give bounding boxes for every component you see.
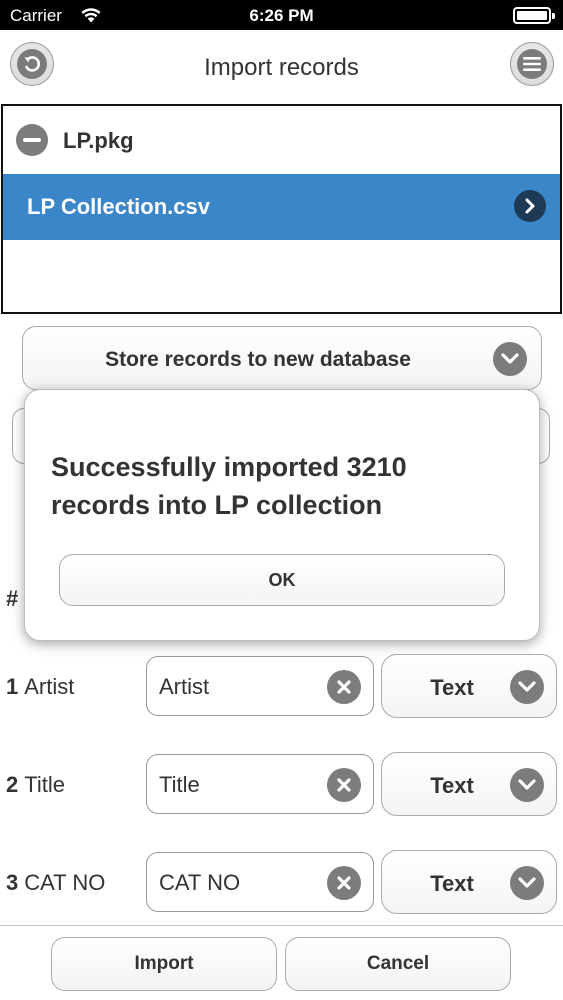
- field-row: 1 Artist Artist Text: [0, 654, 563, 718]
- chevron-down-icon: [510, 670, 544, 704]
- status-bar: Carrier 6:26 PM: [0, 0, 563, 30]
- field-type-dropdown[interactable]: Text: [381, 752, 557, 816]
- field-type-label: Text: [430, 871, 474, 896]
- chevron-down-icon: [493, 342, 527, 376]
- chevron-right-icon[interactable]: [514, 190, 546, 222]
- import-success-dialog: Successfully imported 3210 records into …: [24, 389, 540, 641]
- store-destination-label: Store records to new database: [105, 348, 411, 371]
- field-name-value: Artist: [159, 674, 210, 699]
- field-type-dropdown[interactable]: Text: [381, 850, 557, 914]
- field-name-input[interactable]: CAT NO: [146, 852, 374, 912]
- field-source-label: 3 CAT NO: [6, 870, 106, 895]
- battery-icon: [513, 7, 555, 24]
- menu-button[interactable]: [510, 42, 554, 86]
- field-name-value: Title: [159, 772, 200, 797]
- package-name: LP.pkg: [63, 128, 134, 153]
- number-column-header: #: [6, 586, 19, 611]
- field-type-label: Text: [430, 675, 474, 700]
- cancel-button[interactable]: Cancel: [285, 937, 511, 991]
- chevron-down-icon: [510, 768, 544, 802]
- field-name-input[interactable]: Title: [146, 754, 374, 814]
- field-type-dropdown[interactable]: Text: [381, 654, 557, 718]
- package-row[interactable]: LP.pkg: [3, 106, 560, 174]
- field-name-value: CAT NO: [159, 870, 241, 895]
- chevron-down-icon: [510, 866, 544, 900]
- file-name: LP Collection.csv: [27, 194, 210, 219]
- navigation-bar: Import records: [0, 30, 563, 104]
- minus-circle-icon[interactable]: [16, 124, 48, 156]
- clear-x-icon[interactable]: [327, 768, 361, 802]
- hamburger-menu-icon: [523, 57, 541, 71]
- field-source-label: 2 Title: [6, 772, 65, 797]
- bottom-toolbar: Import Cancel: [0, 925, 563, 1000]
- store-destination-dropdown[interactable]: Store records to new database: [22, 326, 542, 390]
- file-list: LP.pkg LP Collection.csv: [1, 104, 562, 314]
- field-row: 2 Title Title Text: [0, 752, 563, 816]
- page-title: Import records: [204, 54, 359, 81]
- field-type-label: Text: [430, 773, 474, 798]
- field-source-label: 1 Artist: [6, 674, 75, 699]
- selected-file-row[interactable]: LP Collection.csv: [3, 174, 560, 240]
- field-name-input[interactable]: Artist: [146, 656, 374, 716]
- import-button[interactable]: Import: [51, 937, 277, 991]
- dialog-message: Successfully imported 3210 records into …: [51, 452, 407, 520]
- ok-button[interactable]: OK: [59, 554, 505, 606]
- clear-x-icon[interactable]: [327, 670, 361, 704]
- field-row: 3 CAT NO CAT NO Text: [0, 850, 563, 914]
- clock: 6:26 PM: [249, 6, 314, 25]
- clear-x-icon[interactable]: [327, 866, 361, 900]
